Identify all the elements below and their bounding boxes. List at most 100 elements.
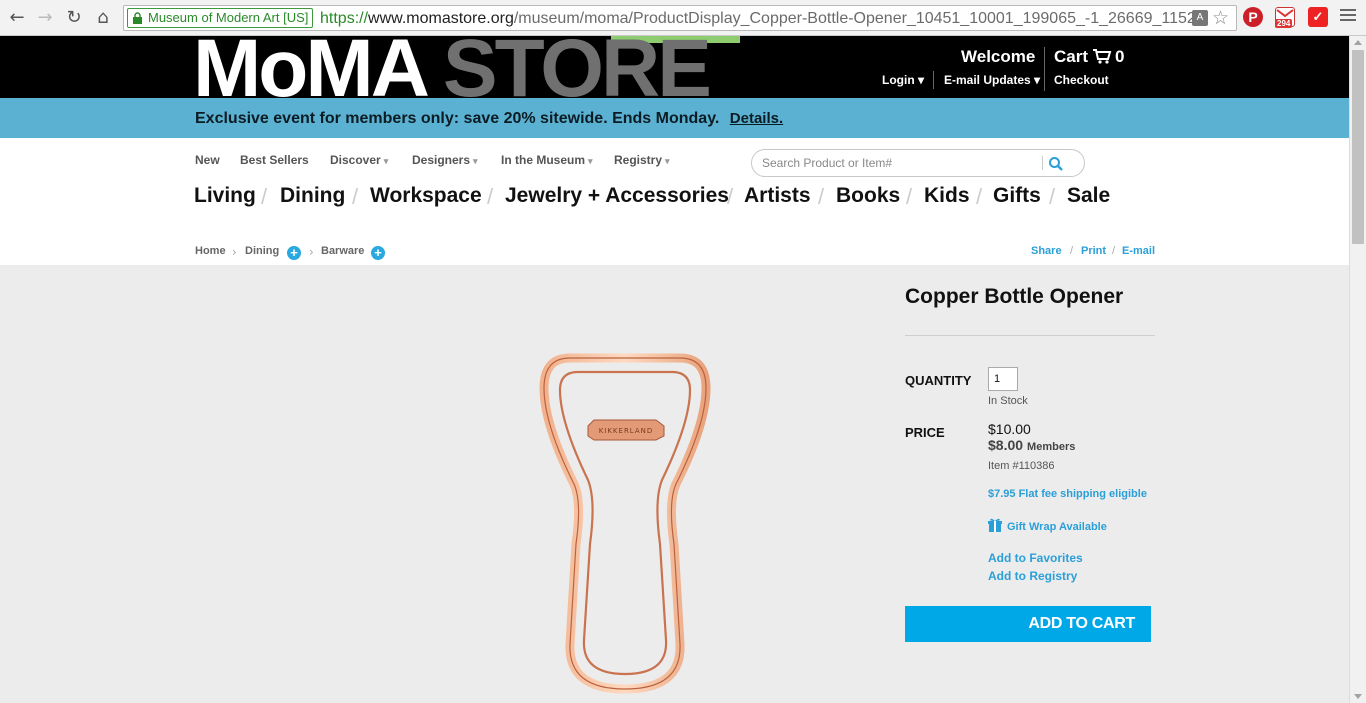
print-link[interactable]: Print: [1081, 245, 1106, 257]
login-link[interactable]: Login ▾: [882, 73, 924, 87]
subnav-discover[interactable]: Discover ▾: [330, 153, 388, 167]
moma-store-logo[interactable]: MoMA STORE: [193, 36, 712, 114]
breadcrumb-barware[interactable]: Barware: [321, 245, 364, 257]
chevron-down-icon: ▾: [665, 156, 670, 166]
share-separator: /: [1112, 245, 1116, 257]
category-gifts[interactable]: Gifts: [993, 184, 1041, 208]
category-dining[interactable]: Dining: [280, 184, 345, 208]
search-divider: [1042, 156, 1043, 170]
category-jewelry-accessories[interactable]: Jewelry + Accessories: [505, 184, 729, 208]
page-content: MoMA STORE Welcome Login ▾ E-mail Updates…: [0, 36, 1349, 703]
subnav-registry-label: Registry: [614, 153, 663, 167]
category-kids[interactable]: Kids: [924, 184, 970, 208]
category-artists[interactable]: Artists: [744, 184, 811, 208]
subnav-in-the-museum[interactable]: In the Museum ▾: [501, 153, 593, 167]
bookmark-star-icon[interactable]: ☆: [1212, 7, 1229, 29]
url-text[interactable]: https://www.momastore.org/museum/moma/Pr…: [320, 9, 1200, 29]
reload-icon[interactable]: ↻: [63, 7, 85, 29]
subnav-registry[interactable]: Registry ▾: [614, 153, 670, 167]
product-section: KIKKERLAND Copper Bottle Opener QUANTITY…: [0, 265, 1349, 703]
copper-bottle-opener-image[interactable]: KIKKERLAND: [530, 344, 720, 699]
page-scrollbar[interactable]: [1349, 36, 1366, 703]
promo-text: Exclusive event for members only: save 2…: [195, 110, 783, 128]
share-link[interactable]: Share: [1031, 245, 1062, 257]
category-separator: /: [906, 184, 913, 209]
url-host: www.momastore.org: [368, 10, 514, 27]
add-to-registry-link[interactable]: Add to Registry: [988, 569, 1077, 583]
subnav-best-sellers[interactable]: Best Sellers: [240, 153, 309, 167]
shipping-link[interactable]: $7.95 Flat fee shipping eligible: [988, 488, 1147, 500]
promo-message: Exclusive event for members only: save 2…: [195, 110, 720, 127]
category-separator: /: [976, 184, 983, 209]
pinterest-extension-icon[interactable]: P: [1243, 7, 1263, 27]
category-books[interactable]: Books: [836, 184, 900, 208]
category-sale[interactable]: Sale: [1067, 184, 1110, 208]
add-to-cart-button[interactable]: ADD TO CART: [905, 606, 1151, 642]
category-separator: /: [727, 184, 734, 209]
member-price-label: Members: [1027, 441, 1076, 453]
cart-label: Cart: [1054, 47, 1089, 66]
mail-count-badge: 294: [1275, 19, 1293, 28]
expand-plus-icon[interactable]: +: [287, 246, 301, 260]
item-number: Item #110386: [988, 460, 1055, 472]
add-to-favorites-link[interactable]: Add to Favorites: [988, 551, 1083, 565]
search-icon[interactable]: [1048, 156, 1064, 172]
category-living[interactable]: Living: [194, 184, 256, 208]
cart-icon: [1093, 49, 1112, 64]
breadcrumb-arrow-icon: ›: [309, 245, 314, 259]
subnav-in-the-museum-label: In the Museum: [501, 153, 586, 167]
promo-banner: Exclusive event for members only: save 2…: [0, 98, 1349, 138]
title-divider: [905, 335, 1155, 336]
price-label: PRICE: [905, 425, 945, 440]
engraving-text: KIKKERLAND: [599, 427, 654, 435]
scroll-thumb[interactable]: [1352, 50, 1364, 244]
translate-icon[interactable]: A: [1192, 10, 1208, 26]
expand-plus-icon[interactable]: +: [371, 246, 385, 260]
scroll-up-arrow[interactable]: [1354, 40, 1362, 45]
url-path: /museum/moma/ProductDisplay_Copper-Bottl…: [513, 10, 1200, 27]
promo-details-link[interactable]: Details.: [730, 110, 783, 127]
browser-menu-icon[interactable]: [1340, 9, 1356, 25]
forward-icon[interactable]: →: [34, 7, 56, 29]
cart-link[interactable]: Cart 0: [1054, 47, 1124, 67]
chevron-down-icon: ▾: [588, 156, 593, 166]
scroll-down-arrow[interactable]: [1354, 694, 1362, 699]
header-divider: [1044, 47, 1045, 91]
home-icon[interactable]: ⌂: [92, 7, 114, 29]
product-title: Copper Bottle Opener: [905, 285, 1124, 308]
header-divider: [933, 71, 934, 89]
category-workspace[interactable]: Workspace: [370, 184, 482, 208]
email-updates-link[interactable]: E-mail Updates ▾: [944, 73, 1040, 87]
quantity-input[interactable]: [988, 367, 1018, 391]
ev-certificate-text: Museum of Modern Art [US]: [148, 10, 309, 25]
email-link[interactable]: E-mail: [1122, 245, 1155, 257]
back-icon[interactable]: ←: [6, 7, 28, 29]
breadcrumb-dining[interactable]: Dining: [245, 245, 279, 257]
subnav-new[interactable]: New: [195, 153, 220, 167]
category-separator: /: [261, 184, 268, 209]
gift-wrap-link[interactable]: Gift Wrap Available: [1007, 521, 1107, 533]
adobe-extension-icon[interactable]: ✓: [1308, 7, 1328, 27]
search-input[interactable]: [762, 155, 1032, 171]
member-price: $8.00 Members: [988, 437, 1075, 453]
regular-price: $10.00: [988, 421, 1031, 437]
browser-toolbar: ← → ↻ ⌂ Museum of Modern Art [US] https:…: [0, 0, 1366, 36]
search-box: [751, 149, 1085, 177]
lock-icon: [133, 12, 142, 24]
ev-certificate-badge[interactable]: Museum of Modern Art [US]: [127, 8, 314, 28]
subnav-designers[interactable]: Designers ▾: [412, 153, 478, 167]
stock-status: In Stock: [988, 395, 1028, 407]
subnav-discover-label: Discover: [330, 153, 381, 167]
gmail-extension-icon[interactable]: 294: [1275, 7, 1295, 28]
quantity-label: QUANTITY: [905, 373, 972, 388]
category-separator: /: [1049, 184, 1056, 209]
address-bar[interactable]: Museum of Modern Art [US] https://www.mo…: [123, 5, 1237, 31]
breadcrumb-home[interactable]: Home: [195, 245, 226, 257]
chevron-down-icon: ▾: [473, 156, 478, 166]
checkout-link[interactable]: Checkout: [1054, 73, 1109, 87]
gift-icon: [988, 518, 1002, 532]
welcome-text: Welcome: [961, 47, 1036, 66]
category-separator: /: [352, 184, 359, 209]
breadcrumb-arrow-icon: ›: [232, 245, 237, 259]
category-separator: /: [818, 184, 825, 209]
